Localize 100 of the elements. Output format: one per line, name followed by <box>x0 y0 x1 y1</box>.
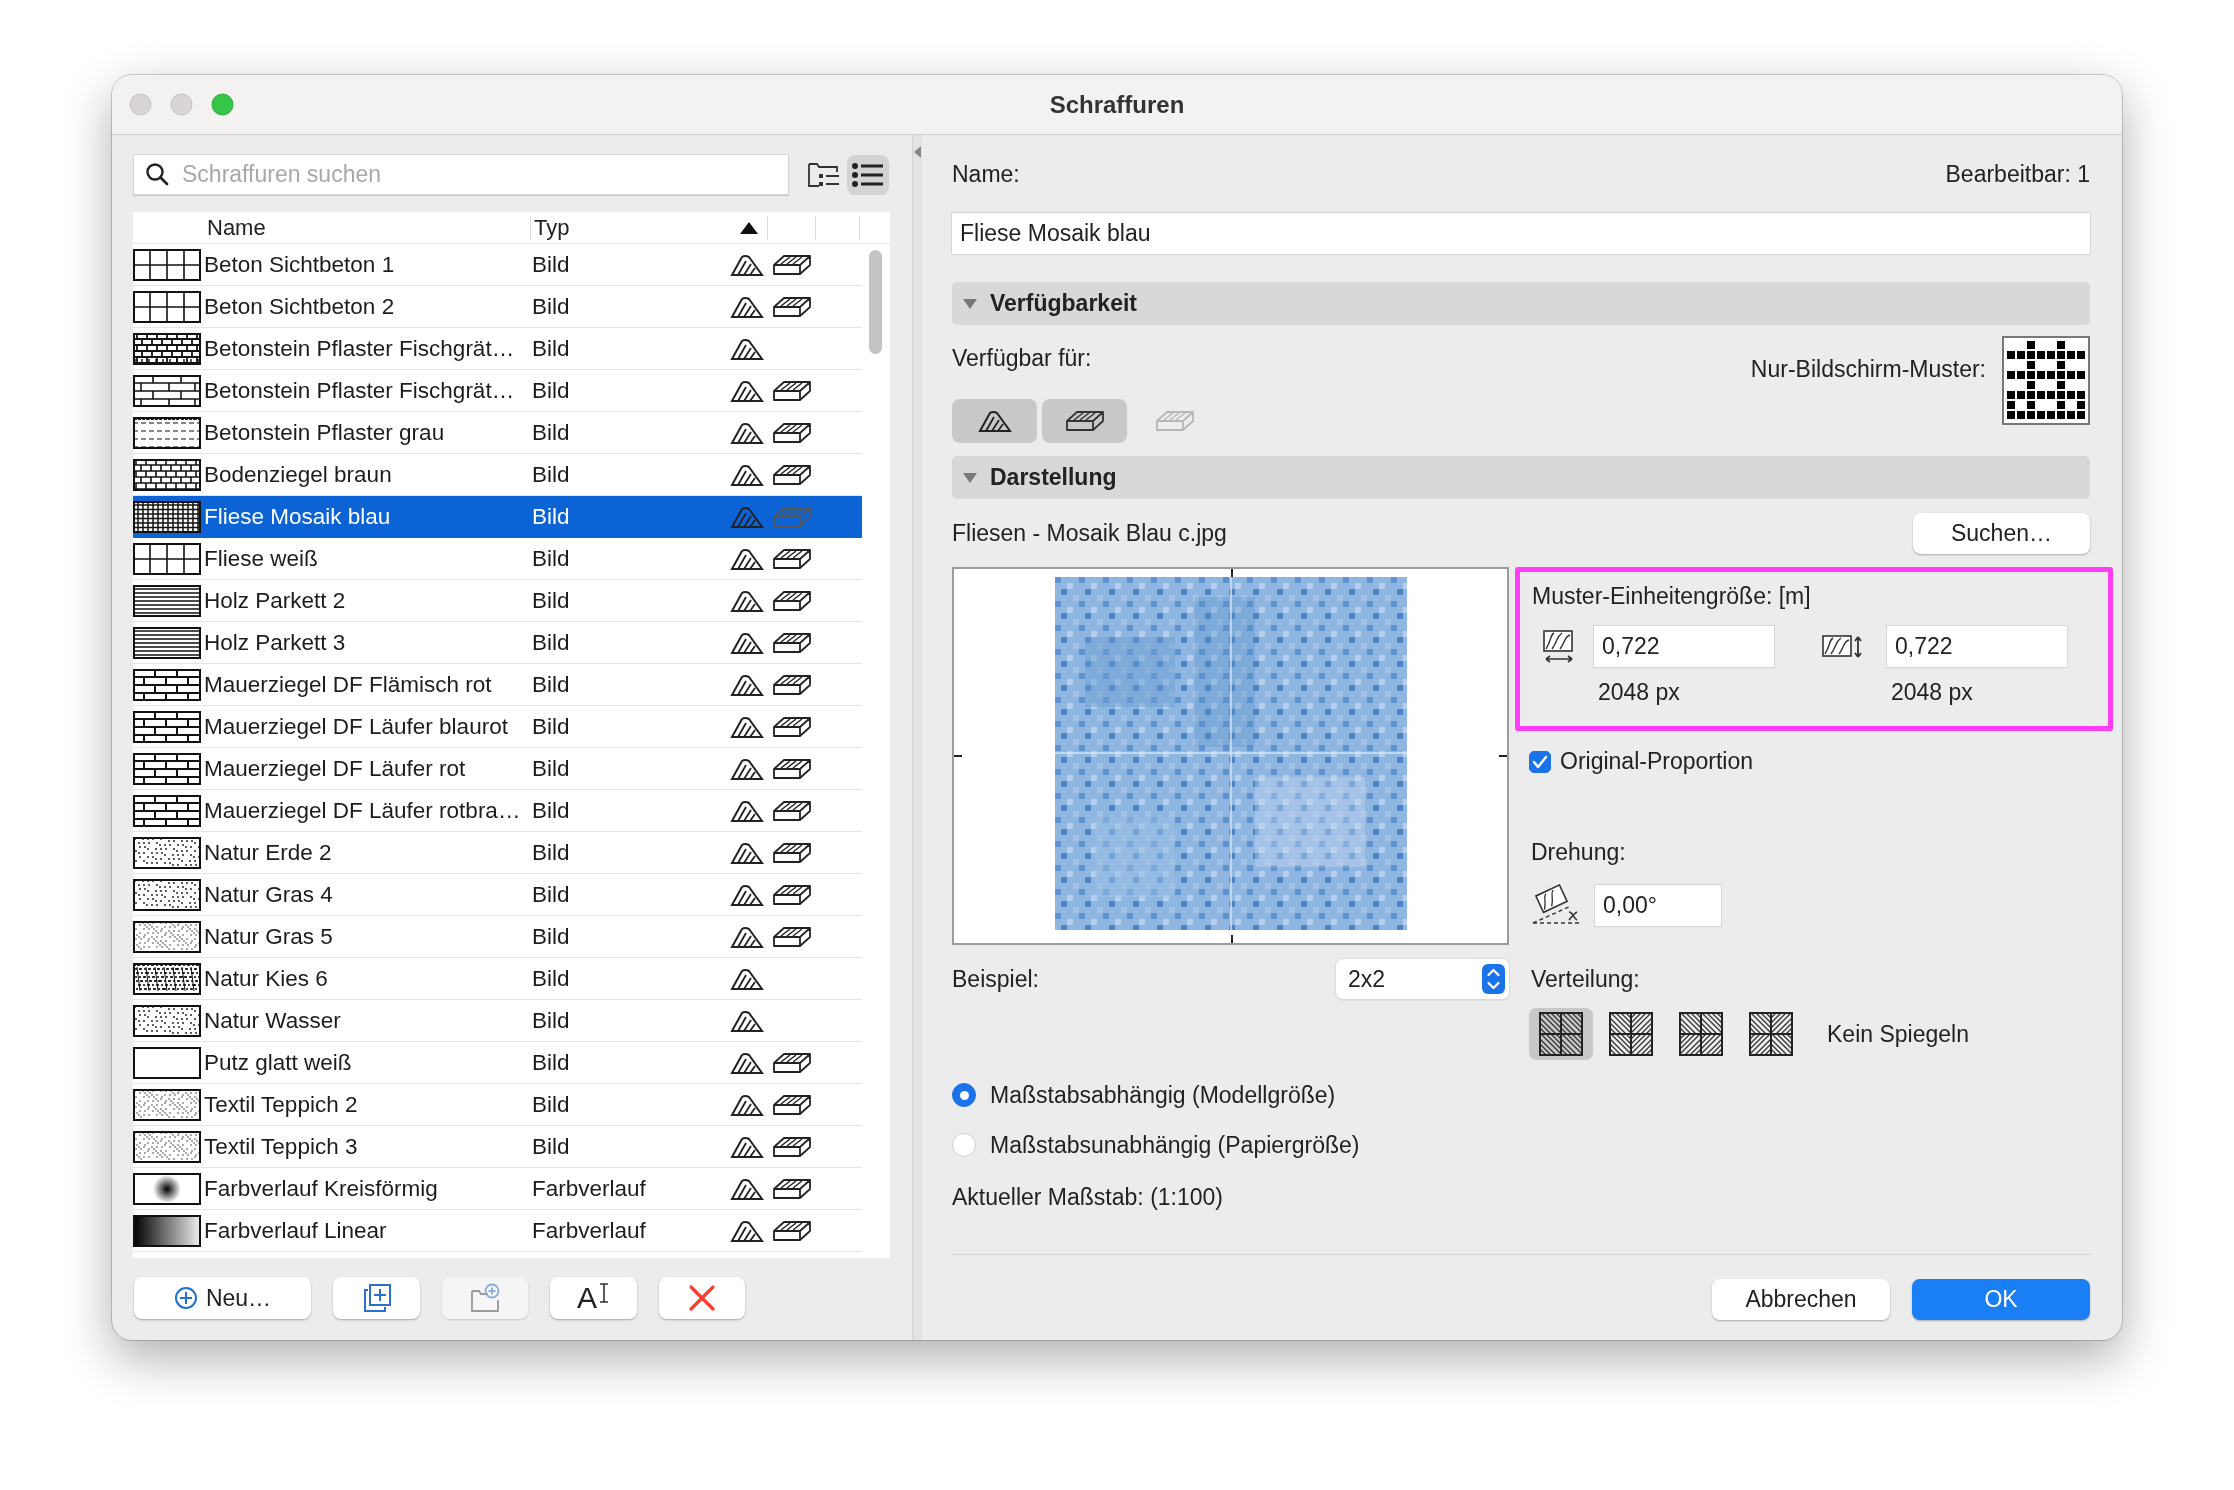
width-field[interactable]: 0,722 <box>1594 626 1774 667</box>
collapse-arrow-icon[interactable] <box>913 145 922 159</box>
type-cell-text: Bild <box>531 839 571 866</box>
list-row[interactable]: Betonstein Pflaster Fischgrät… Bild <box>133 328 862 370</box>
example-dropdown[interactable]: 2x2 <box>1336 959 1509 999</box>
distribution-button[interactable] <box>1529 1008 1593 1060</box>
pattern-swatch <box>133 374 201 407</box>
name-cell-text: Natur Wasser <box>204 1007 342 1034</box>
screen-pattern-label: Nur-Bildschirm-Muster: <box>1750 355 1986 383</box>
height-icon <box>1821 633 1863 660</box>
name-label: Name: <box>952 161 1020 188</box>
tick-mark <box>954 755 962 757</box>
section-header[interactable]: Darstellung <box>952 456 2090 499</box>
column-header[interactable]: Name <box>204 215 530 240</box>
list-row[interactable]: Betonstein Pflaster grau Bild <box>133 412 862 454</box>
stepper-icon <box>1482 964 1505 994</box>
name-field[interactable]: Fliese Mosaik blau <box>952 213 2090 254</box>
type-cell-text: Bild <box>531 461 571 488</box>
search-field[interactable]: Schraffuren suchen <box>133 154 789 195</box>
tick-mark <box>1231 569 1233 577</box>
type-cell-text: Bild <box>531 377 571 404</box>
duplicate-button[interactable] <box>333 1277 420 1319</box>
delete-icon <box>688 1284 716 1312</box>
pattern-swatch <box>133 1004 201 1037</box>
type-cell-text: Bild <box>531 251 571 278</box>
new-button[interactable]: Neu… <box>134 1277 311 1319</box>
type-cell-text: Bild <box>531 797 571 824</box>
list-row[interactable]: Mauerziegel DF Läufer rotbra… Bild <box>133 790 862 832</box>
current-scale-text: Aktueller Maßstab: (1:100) <box>952 1184 1224 1211</box>
name-cell-text: Natur Kies 6 <box>204 965 329 992</box>
pattern-swatch <box>133 668 201 701</box>
list-row[interactable]: Farbverlauf Linear Farbverlauf <box>133 1210 862 1252</box>
drafting-toggle[interactable] <box>952 399 1037 443</box>
type-cell-text: Bild <box>531 419 571 446</box>
list-row[interactable]: Beton Sichtbeton 2 Bild <box>133 286 862 328</box>
list-row[interactable]: Putz glatt weiß Bild <box>133 1042 862 1084</box>
slab-icon <box>1063 408 1106 434</box>
list-row[interactable]: Holz Parkett 3 Bild <box>133 622 862 664</box>
ok-button[interactable]: OK <box>1912 1279 2090 1320</box>
list-row[interactable]: Natur Gras 4 Bild <box>133 874 862 916</box>
name-cell-text: Betonstein Pflaster Fischgrät… <box>204 335 516 362</box>
list-row[interactable]: Farbverlauf Kreisförmig Farbverlauf <box>133 1168 862 1210</box>
pattern-swatch <box>133 290 201 323</box>
checkbox[interactable] <box>1529 750 1551 773</box>
radio-label: Maßstabsunabhängig (Papiergröße) <box>990 1131 1360 1159</box>
type-cell-text: Bild <box>531 629 571 656</box>
zoom-button[interactable] <box>211 93 234 116</box>
list-row[interactable]: Natur Erde 2 Bild <box>133 832 862 874</box>
list-row[interactable]: Beton Sichtbeton 1 Bild <box>133 244 862 286</box>
rotation-label: Drehung: <box>1530 839 1627 866</box>
tick-mark <box>1231 935 1233 943</box>
list-row[interactable]: Fliese weiß Bild <box>133 538 862 580</box>
browse-button[interactable]: Suchen… <box>1913 513 2090 554</box>
surface-toggle[interactable] <box>1042 399 1127 443</box>
pattern-swatch <box>133 1046 201 1079</box>
pattern-swatch <box>133 752 201 785</box>
section-header[interactable]: Verfügbarkeit <box>952 282 2090 325</box>
pattern-swatch <box>133 626 201 659</box>
list-row[interactable]: Mauerziegel DF Läufer rot Bild <box>133 748 862 790</box>
list-row[interactable]: Betonstein Pflaster Fischgrät… Bild <box>133 370 862 412</box>
window-title: Schraffuren <box>1049 90 1185 119</box>
list-row[interactable]: Natur Gras 5 Bild <box>133 916 862 958</box>
pattern-swatch <box>133 1172 201 1205</box>
list-row[interactable]: Holz Parkett 2 Bild <box>133 580 862 622</box>
type-cell-text: Bild <box>531 1049 571 1076</box>
pattern-swatch <box>133 332 201 365</box>
pattern-swatch <box>133 836 201 869</box>
list-row[interactable]: Natur Wasser Bild <box>133 1000 862 1042</box>
plus-circle-icon <box>173 1286 198 1310</box>
list-row[interactable]: Fliese Mosaik blau Bild <box>133 496 862 538</box>
list-view-button[interactable] <box>847 154 889 195</box>
rotation-field[interactable]: 0,00° <box>1595 884 1721 926</box>
distribution-caption: Kein Spiegeln <box>1827 1020 1969 1048</box>
list-row[interactable]: Textil Teppich 3 Bild <box>133 1126 862 1168</box>
name-cell-text: Farbverlauf Kreisförmig <box>204 1175 439 1202</box>
radio-button[interactable] <box>952 1083 976 1107</box>
cancel-button[interactable]: Abbrechen <box>1712 1279 1890 1320</box>
column-header[interactable]: Typ <box>530 215 767 240</box>
disclosure-icon <box>962 297 978 310</box>
list-row[interactable]: Mauerziegel DF Flämisch rot Bild <box>133 664 862 706</box>
rename-button[interactable]: A <box>550 1277 637 1319</box>
radio-label: Maßstabsabhängig (Modellgröße) <box>990 1081 1336 1109</box>
pattern-swatch <box>133 710 201 743</box>
type-cell-text: Farbverlauf <box>531 1217 647 1244</box>
list-row[interactable]: Natur Kies 6 Bild <box>133 958 862 1000</box>
hatch-icon <box>976 408 1013 434</box>
pattern-swatch <box>133 1088 201 1121</box>
name-cell-text: Natur Gras 4 <box>204 881 334 908</box>
delete-button[interactable] <box>659 1277 745 1319</box>
list-row[interactable]: Mauerziegel DF Läufer blaurot Bild <box>133 706 862 748</box>
pattern-preview-icon[interactable] <box>2002 336 2090 425</box>
scrollbar-thumb[interactable] <box>869 250 882 354</box>
type-cell-text: Bild <box>531 1091 571 1118</box>
name-cell-text: Mauerziegel DF Läufer blaurot <box>204 713 509 740</box>
height-field[interactable]: 0,722 <box>1887 626 2067 667</box>
name-cell-text: Mauerziegel DF Läufer rotbra… <box>204 797 522 824</box>
type-cell-text: Bild <box>531 293 571 320</box>
list-row[interactable]: Textil Teppich 2 Bild <box>133 1084 862 1126</box>
duplicate-icon <box>361 1283 392 1313</box>
type-cell-text: Bild <box>531 587 571 614</box>
